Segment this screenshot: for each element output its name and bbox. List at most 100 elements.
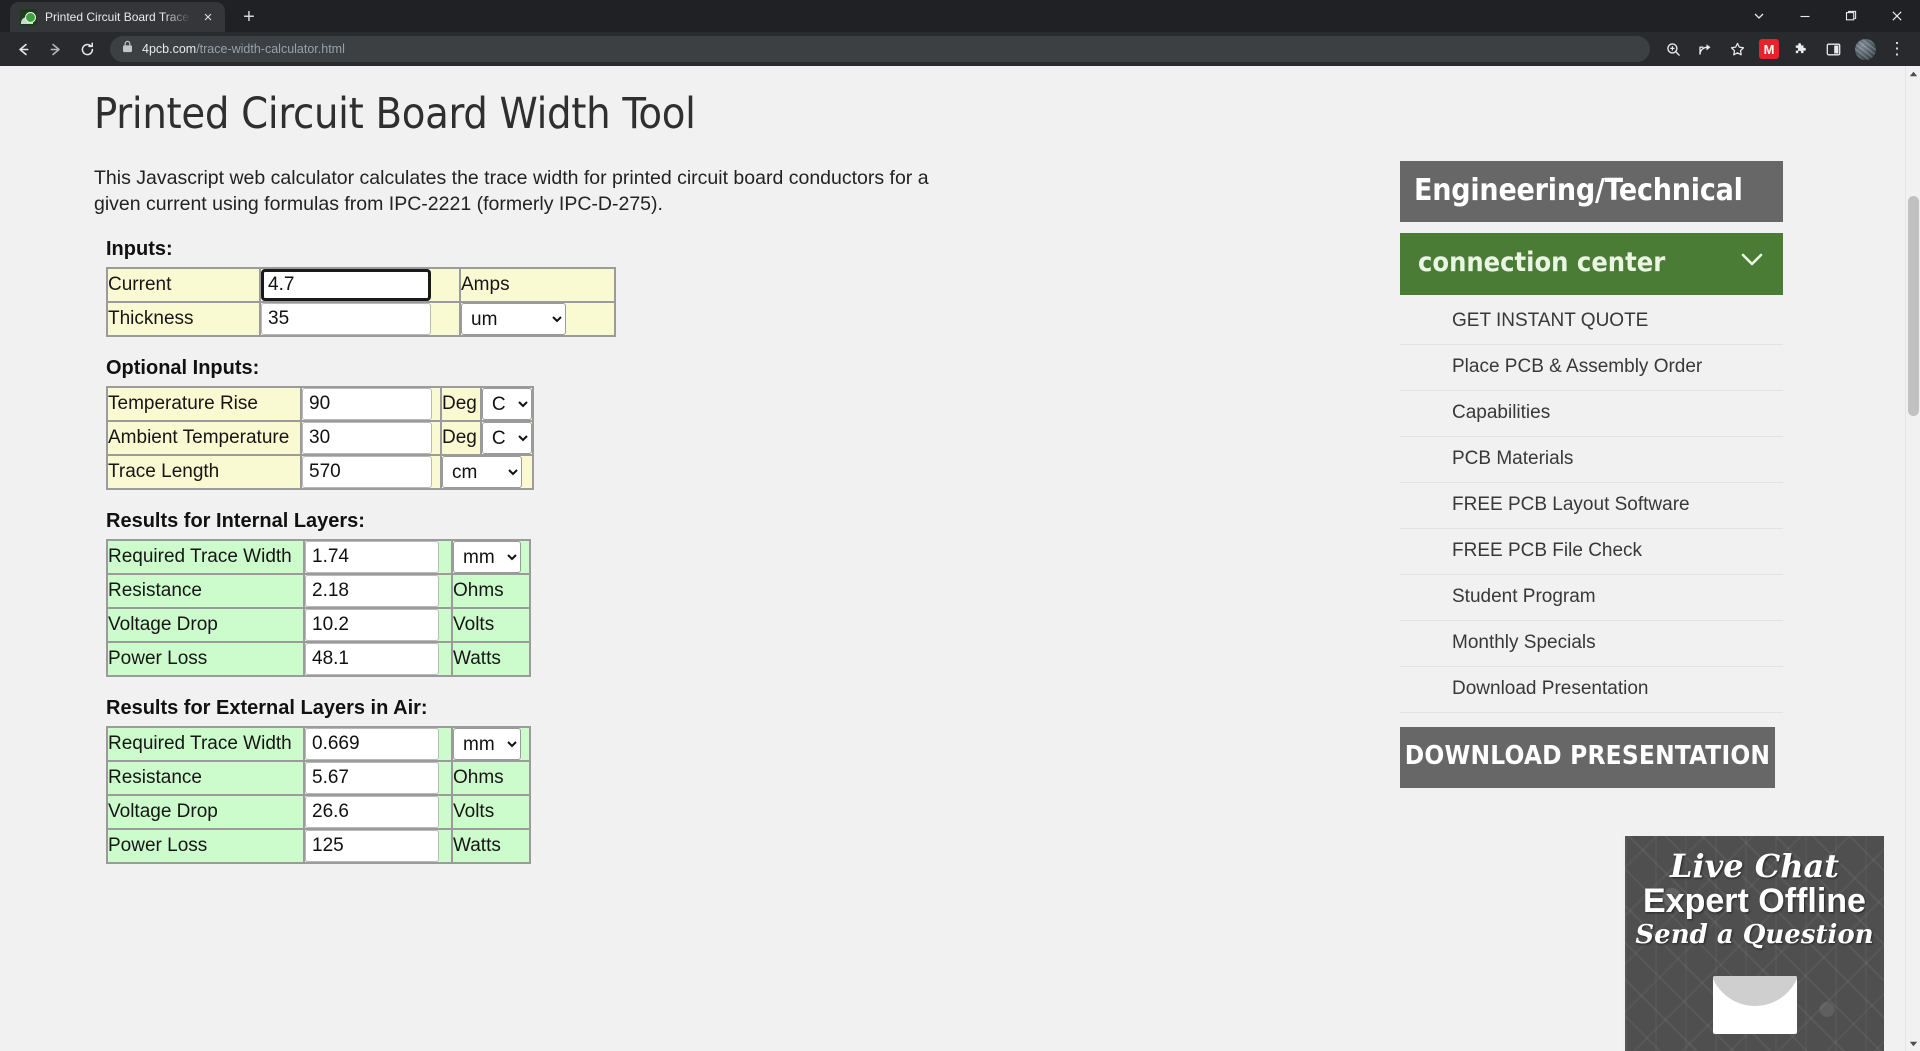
thickness-unit-select[interactable]: um bbox=[461, 303, 566, 335]
external-trace-width-output[interactable] bbox=[305, 728, 439, 760]
reload-icon[interactable] bbox=[72, 34, 102, 64]
internal-trace-width-unit-select[interactable]: mm bbox=[453, 541, 521, 573]
tab-search-icon[interactable] bbox=[1736, 0, 1782, 32]
thickness-input[interactable] bbox=[261, 303, 431, 335]
row-unit: Ohms bbox=[452, 761, 530, 795]
close-window-icon[interactable] bbox=[1874, 0, 1920, 32]
table-row: Ambient Temperature Deg C bbox=[107, 421, 533, 455]
sidebar-item-get-instant-quote[interactable]: GET INSTANT QUOTE bbox=[1400, 299, 1783, 345]
address-bar[interactable]: 4pcb.com/trace-width-calculator.html bbox=[110, 36, 1650, 62]
external-resistance-output[interactable] bbox=[305, 762, 439, 794]
url-text: 4pcb.com/trace-width-calculator.html bbox=[142, 42, 345, 56]
inputs-heading: Inputs: bbox=[94, 238, 1144, 261]
toolbar-right-icons: M ⋮ bbox=[1658, 34, 1912, 64]
profile-avatar[interactable] bbox=[1850, 34, 1880, 64]
ambient-temperature-unit-select[interactable]: C bbox=[482, 422, 532, 454]
minimize-icon[interactable] bbox=[1782, 0, 1828, 32]
row-label: Voltage Drop bbox=[107, 608, 304, 642]
share-icon[interactable] bbox=[1690, 34, 1720, 64]
web-page: Printed Circuit Board Width Tool This Ja… bbox=[0, 66, 1905, 1051]
row-label: Temperature Rise bbox=[107, 387, 301, 421]
inputs-table: Current Amps Thickness bbox=[106, 267, 616, 337]
table-row: Thickness um bbox=[107, 302, 615, 336]
lock-icon bbox=[122, 40, 133, 58]
avatar bbox=[1855, 39, 1876, 60]
browser-toolbar: 4pcb.com/trace-width-calculator.html M bbox=[0, 32, 1920, 66]
trace-length-input[interactable] bbox=[302, 456, 432, 488]
favicon-icon bbox=[20, 9, 37, 26]
external-trace-width-unit-select[interactable]: mm bbox=[453, 728, 521, 760]
window-controls bbox=[1736, 0, 1920, 32]
chat-line-1: Live Chat bbox=[1670, 850, 1839, 883]
table-row: Required Trace Width mm bbox=[107, 540, 530, 574]
scroll-up-arrow-icon[interactable] bbox=[1906, 66, 1920, 81]
chrome-menu-icon[interactable]: ⋮ bbox=[1882, 34, 1912, 64]
trace-length-unit-select[interactable]: cm bbox=[442, 456, 522, 488]
sidebar-item-student-program[interactable]: Student Program bbox=[1400, 575, 1783, 621]
internal-resistance-output[interactable] bbox=[305, 575, 439, 607]
new-tab-button[interactable]: + bbox=[235, 3, 263, 31]
external-voltage-drop-output[interactable] bbox=[305, 796, 439, 828]
row-label: Thickness bbox=[107, 302, 260, 336]
live-chat-widget[interactable]: Live Chat Expert Offline Send a Question bbox=[1622, 836, 1884, 1051]
sidebar-accordion-connection-center[interactable]: connection center bbox=[1400, 233, 1783, 295]
page-intro: This Javascript web calculator calculate… bbox=[94, 166, 974, 218]
page-scrollbar[interactable] bbox=[1905, 66, 1920, 1051]
temperature-rise-unit-select[interactable]: C bbox=[482, 388, 532, 420]
maximize-icon[interactable] bbox=[1828, 0, 1874, 32]
internal-voltage-drop-output[interactable] bbox=[305, 609, 439, 641]
download-presentation-button[interactable]: DOWNLOAD PRESENTATION bbox=[1400, 727, 1775, 788]
row-unit: Deg bbox=[441, 387, 481, 421]
forward-icon[interactable] bbox=[40, 34, 70, 64]
row-label: Resistance bbox=[107, 574, 304, 608]
browser-tab[interactable]: Printed Circuit Board Trace Width × bbox=[10, 2, 225, 32]
zoom-icon[interactable] bbox=[1658, 34, 1688, 64]
extensions-puzzle-icon[interactable] bbox=[1786, 34, 1816, 64]
optional-inputs-table: Temperature Rise Deg C bbox=[106, 386, 534, 490]
sidebar-item-free-file-check[interactable]: FREE PCB File Check bbox=[1400, 529, 1783, 575]
row-label: Trace Length bbox=[107, 455, 301, 489]
external-results-heading: Results for External Layers in Air: bbox=[94, 697, 1144, 720]
sidebar-item-download-presentation[interactable]: Download Presentation bbox=[1400, 667, 1783, 713]
close-tab-icon[interactable]: × bbox=[199, 8, 217, 26]
sidebar-item-monthly-specials[interactable]: Monthly Specials bbox=[1400, 621, 1783, 667]
row-unit: Deg bbox=[441, 421, 481, 455]
current-input[interactable] bbox=[261, 269, 431, 301]
envelope-icon bbox=[1713, 976, 1797, 1034]
internal-power-loss-output[interactable] bbox=[305, 643, 439, 675]
sidebar-header: Engineering/Technical bbox=[1400, 161, 1783, 222]
row-label: Current bbox=[107, 268, 260, 302]
row-unit: Watts bbox=[452, 829, 530, 863]
scrollbar-thumb[interactable] bbox=[1908, 196, 1919, 416]
tab-title: Printed Circuit Board Trace Width bbox=[45, 10, 191, 24]
external-results-table: Required Trace Width mm Resista bbox=[106, 726, 531, 864]
internal-trace-width-output[interactable] bbox=[305, 541, 439, 573]
internal-results-heading: Results for Internal Layers: bbox=[94, 510, 1144, 533]
chat-line-2: Expert Offline bbox=[1643, 883, 1866, 920]
external-power-loss-output[interactable] bbox=[305, 830, 439, 862]
temperature-rise-input[interactable] bbox=[302, 388, 432, 420]
extension-badge-label: M bbox=[1759, 39, 1779, 59]
side-panel-icon[interactable] bbox=[1818, 34, 1848, 64]
row-label: Ambient Temperature bbox=[107, 421, 301, 455]
table-row: Power Loss Watts bbox=[107, 642, 530, 676]
scroll-down-arrow-icon[interactable] bbox=[1906, 1036, 1920, 1051]
sidebar-item-free-layout-software[interactable]: FREE PCB Layout Software bbox=[1400, 483, 1783, 529]
chat-line-3: Send a Question bbox=[1635, 921, 1873, 950]
table-row: Trace Length cm bbox=[107, 455, 533, 489]
extension-badge-icon[interactable]: M bbox=[1754, 34, 1784, 64]
sidebar: Engineering/Technical connection center … bbox=[1400, 161, 1783, 788]
sidebar-item-place-pcb-order[interactable]: Place PCB & Assembly Order bbox=[1400, 345, 1783, 391]
back-icon[interactable] bbox=[8, 34, 38, 64]
row-label: Voltage Drop bbox=[107, 795, 304, 829]
row-label: Required Trace Width bbox=[107, 540, 304, 574]
row-unit: Ohms bbox=[452, 574, 530, 608]
bookmark-star-icon[interactable] bbox=[1722, 34, 1752, 64]
page-title: Printed Circuit Board Width Tool bbox=[94, 91, 1144, 138]
tab-strip: Printed Circuit Board Trace Width × + bbox=[0, 0, 1920, 32]
sidebar-item-capabilities[interactable]: Capabilities bbox=[1400, 391, 1783, 437]
sidebar-item-pcb-materials[interactable]: PCB Materials bbox=[1400, 437, 1783, 483]
ambient-temperature-input[interactable] bbox=[302, 422, 432, 454]
table-row: Power Loss Watts bbox=[107, 829, 530, 863]
optional-inputs-heading: Optional Inputs: bbox=[94, 357, 1144, 380]
